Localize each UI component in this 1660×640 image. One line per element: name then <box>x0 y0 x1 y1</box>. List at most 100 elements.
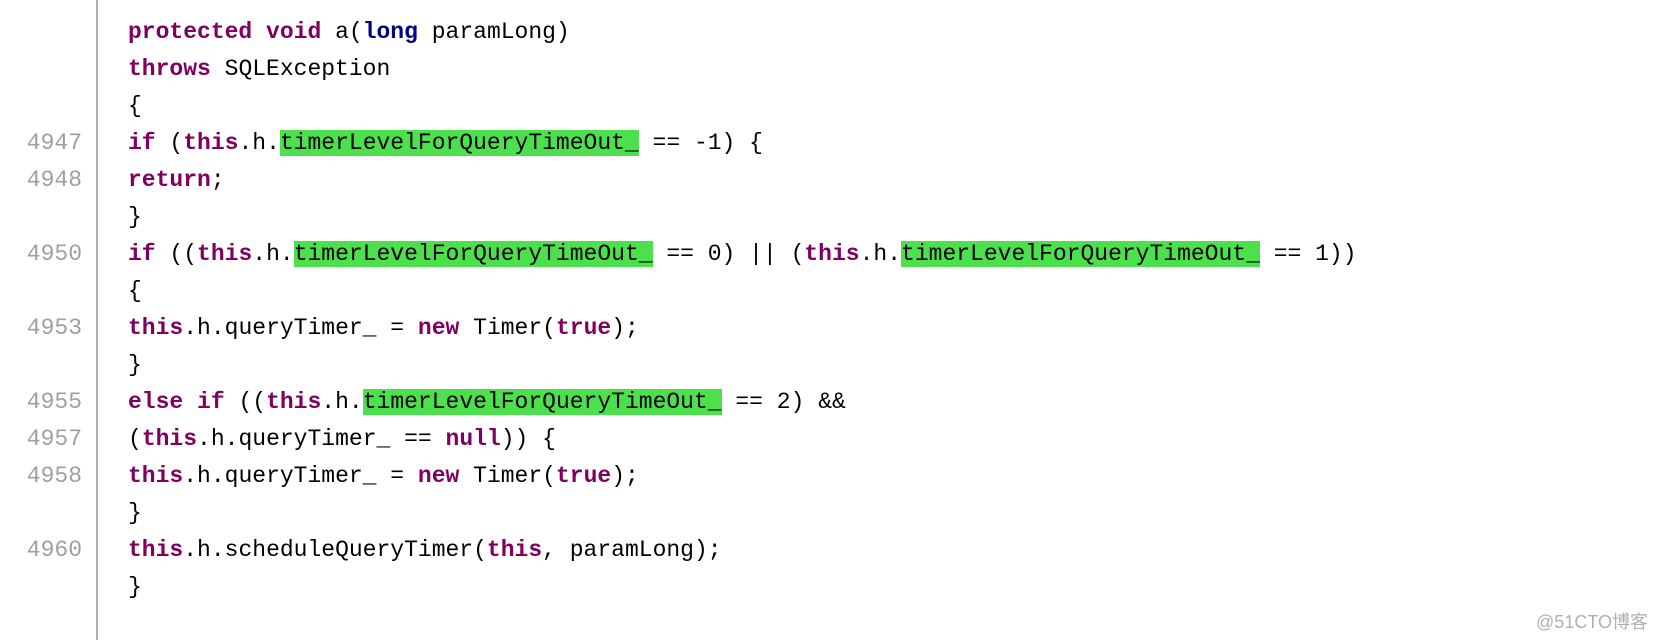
line-number <box>0 495 96 532</box>
code-token-pl: )) { <box>501 426 556 452</box>
code-line[interactable]: this.h.queryTimer_ = new Timer(true); <box>128 310 1660 347</box>
code-token-id: paramLong <box>432 19 556 45</box>
code-area[interactable]: protected void a(long paramLong) throws … <box>98 0 1660 640</box>
code-token-pl: } <box>128 352 142 378</box>
code-token-pl: . <box>280 241 294 267</box>
code-token-id: paramLong <box>570 537 694 563</box>
code-token-pl: (( <box>225 389 266 415</box>
code-token-pl: ) <box>556 19 570 45</box>
code-token-pl: . <box>860 241 874 267</box>
code-line[interactable]: protected void a(long paramLong) <box>128 14 1660 51</box>
line-number: 4948 <box>0 162 96 199</box>
code-line[interactable]: return; <box>128 162 1660 199</box>
code-token-kw: true <box>556 463 611 489</box>
code-token-pl: . <box>225 426 239 452</box>
code-token-pl <box>418 19 432 45</box>
code-line[interactable]: this.h.scheduleQueryTimer(this, paramLon… <box>128 532 1660 569</box>
code-line[interactable]: } <box>128 569 1660 606</box>
code-token-id: h <box>873 241 887 267</box>
code-token-kw: this <box>128 463 183 489</box>
code-token-hl: timerLevelForQueryTimeOut_ <box>901 241 1260 267</box>
line-number: 4955 <box>0 384 96 421</box>
code-token-hl: timerLevelForQueryTimeOut_ <box>363 389 722 415</box>
code-token-pl: . <box>266 130 280 156</box>
code-line[interactable]: } <box>128 347 1660 384</box>
code-token-pl: == 1)) <box>1260 241 1357 267</box>
code-token-pl: ( <box>542 315 556 341</box>
code-token-pl: . <box>211 463 225 489</box>
code-token-id: queryTimer_ <box>225 463 377 489</box>
code-token-pl: ( <box>156 130 184 156</box>
code-token-pl: } <box>128 204 142 230</box>
code-line[interactable]: if (this.h.timerLevelForQueryTimeOut_ ==… <box>128 125 1660 162</box>
code-token-pl: { <box>128 93 142 119</box>
code-token-pl: == 2) && <box>722 389 846 415</box>
line-number <box>0 88 96 125</box>
code-line[interactable]: this.h.queryTimer_ = new Timer(true); <box>128 458 1660 495</box>
code-token-pl: . <box>321 389 335 415</box>
line-number: 4960 <box>0 532 96 569</box>
code-token-pl: } <box>128 574 142 600</box>
code-token-id: h <box>252 130 266 156</box>
code-token-pl <box>252 19 266 45</box>
code-line[interactable]: } <box>128 199 1660 236</box>
code-token-pl: . <box>252 241 266 267</box>
code-token-kw: true <box>556 315 611 341</box>
code-token-pl: , <box>542 537 570 563</box>
code-token-kw: else <box>128 389 183 415</box>
code-line[interactable]: { <box>128 273 1660 310</box>
code-token-id: Timer <box>473 315 542 341</box>
code-token-pl <box>183 389 197 415</box>
code-line[interactable]: { <box>128 88 1660 125</box>
line-number: 4957 <box>0 421 96 458</box>
code-token-kw: if <box>197 389 225 415</box>
code-token-kw: new <box>418 463 459 489</box>
code-token-pl: = <box>376 463 417 489</box>
code-token-pl: ); <box>694 537 722 563</box>
code-line[interactable]: } <box>128 495 1660 532</box>
code-token-pl: . <box>183 315 197 341</box>
code-line[interactable]: if ((this.h.timerLevelForQueryTimeOut_ =… <box>128 236 1660 273</box>
code-token-pl <box>459 315 473 341</box>
line-number: 4950 <box>0 236 96 273</box>
code-token-id: h <box>197 315 211 341</box>
code-token-pl: = <box>376 315 417 341</box>
line-number <box>0 199 96 236</box>
code-line[interactable]: throws SQLException <box>128 51 1660 88</box>
code-token-pl: . <box>183 537 197 563</box>
code-token-pl: . <box>197 426 211 452</box>
line-number <box>0 51 96 88</box>
code-token-pl: ( <box>128 426 142 452</box>
code-editor[interactable]: 49474948495049534955495749584960 protect… <box>0 0 1660 640</box>
code-line[interactable]: else if ((this.h.timerLevelForQueryTimeO… <box>128 384 1660 421</box>
code-token-id: h <box>211 426 225 452</box>
code-token-kw: void <box>266 19 321 45</box>
code-token-pl: . <box>887 241 901 267</box>
code-token-pl <box>459 463 473 489</box>
watermark-text: @51CTO博客 <box>1536 608 1648 634</box>
code-token-id: scheduleQueryTimer <box>225 537 473 563</box>
code-token-pl: ( <box>473 537 487 563</box>
line-number <box>0 347 96 384</box>
line-number: 4953 <box>0 310 96 347</box>
code-token-kw: this <box>266 389 321 415</box>
code-token-pl: ); <box>611 463 639 489</box>
code-token-pl <box>321 19 335 45</box>
code-token-pl: ( <box>542 463 556 489</box>
code-line[interactable]: (this.h.queryTimer_ == null)) { <box>128 421 1660 458</box>
code-token-kw: if <box>128 130 156 156</box>
code-token-kw: this <box>128 315 183 341</box>
code-token-kw: this <box>142 426 197 452</box>
code-token-hl: timerLevelForQueryTimeOut_ <box>294 241 653 267</box>
code-token-pl: ); <box>611 315 639 341</box>
line-number: 4958 <box>0 458 96 495</box>
line-number <box>0 569 96 606</box>
code-token-id: queryTimer_ <box>238 426 390 452</box>
code-token-kw: if <box>128 241 156 267</box>
code-token-kw: throws <box>128 56 211 82</box>
code-token-id: h <box>335 389 349 415</box>
code-token-kw: return <box>128 167 211 193</box>
code-token-pl: == <box>390 426 445 452</box>
code-token-pl: . <box>238 130 252 156</box>
code-token-id: h <box>197 537 211 563</box>
